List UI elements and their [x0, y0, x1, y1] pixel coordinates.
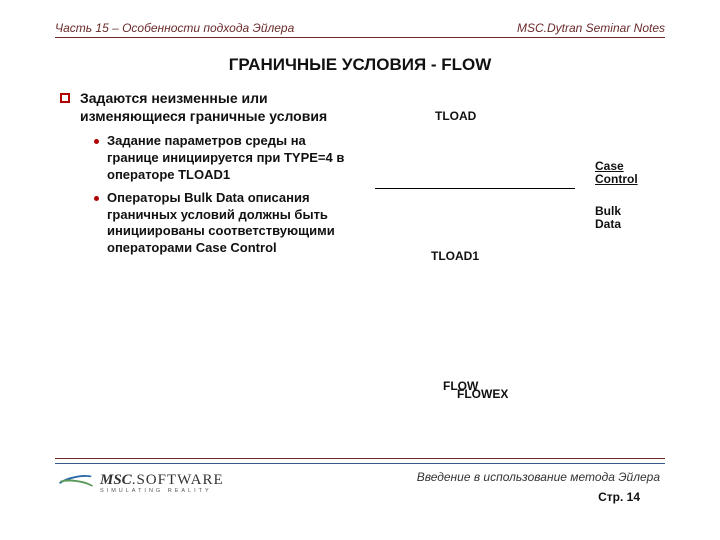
- page-number: Стр. 14: [598, 490, 640, 504]
- list-item: Операторы Bulk Data описания граничных у…: [94, 190, 360, 258]
- logo-text: MSC.SOFTWARE SIMULATING REALITY: [100, 473, 224, 495]
- header-left: Часть 15 – Особенности подхода Эйлера: [55, 21, 294, 35]
- diagram-label-bulk-data: Bulk Data: [595, 205, 635, 231]
- content-column: Задаются неизменные или изменяющиеся гра…: [60, 90, 360, 263]
- square-bullet-icon: [60, 93, 70, 103]
- logo: MSC.SOFTWARE SIMULATING REALITY: [60, 470, 224, 498]
- list-item: Задание параметров среды на границе иниц…: [94, 133, 360, 184]
- header: Часть 15 – Особенности подхода Эйлера MS…: [55, 21, 665, 38]
- header-right: MSC.Dytran Seminar Notes: [517, 21, 665, 35]
- diagram-label-flowex: FLOWEX: [457, 388, 508, 401]
- logo-suffix: SOFTWARE: [136, 472, 223, 488]
- bullet-main: Задаются неизменные или изменяющиеся гра…: [60, 90, 360, 125]
- bullet-main-text: Задаются неизменные или изменяющиеся гра…: [80, 90, 360, 125]
- sub-text: Задание параметров среды на границе иниц…: [107, 133, 360, 184]
- diagram-label-tload: TLOAD: [435, 110, 479, 123]
- dot-icon: [94, 196, 99, 201]
- diagram-divider: [375, 188, 575, 189]
- footer-subtitle: Введение в использование метода Эйлера: [417, 470, 660, 484]
- sub-text: Операторы Bulk Data описания граничных у…: [107, 190, 360, 258]
- footer-divider: [55, 458, 665, 464]
- page-title: ГРАНИЧНЫЕ УСЛОВИЯ - FLOW: [0, 55, 720, 75]
- dot-icon: [94, 139, 99, 144]
- sub-bullet-list: Задание параметров среды на границе иниц…: [94, 133, 360, 257]
- logo-tagline: SIMULATING REALITY: [100, 489, 224, 495]
- logo-mark-icon: [60, 470, 94, 498]
- diagram-label-case-control: Case Control: [595, 160, 645, 186]
- logo-prefix: MSC: [100, 472, 132, 488]
- diagram-label-tload1: TLOAD1: [431, 250, 481, 263]
